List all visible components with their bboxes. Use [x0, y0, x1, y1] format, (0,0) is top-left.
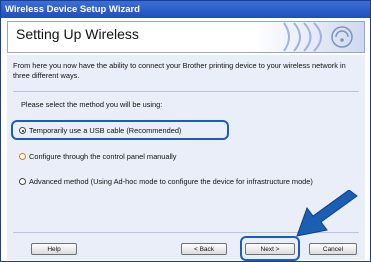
radio-selected-icon[interactable]: [19, 127, 26, 134]
pointer-arrow-icon: [296, 190, 358, 237]
intro-text: From here you now have the ability to co…: [13, 61, 346, 80]
option-control-panel[interactable]: Configure through the control panel manu…: [19, 152, 177, 161]
option-label: Configure through the control panel manu…: [29, 152, 177, 161]
help-button[interactable]: Help: [31, 243, 77, 255]
method-prompt: Please select the method you will be usi…: [21, 100, 163, 109]
option-label: Advanced method (Using Ad-hoc mode to co…: [29, 177, 313, 186]
radio-icon[interactable]: [19, 178, 26, 185]
wizard-body: From here you now have the ability to co…: [7, 55, 365, 261]
wireless-waves-logo-icon: [254, 22, 364, 52]
wizard-header: Setting Up Wireless: [7, 21, 365, 53]
option-label: Temporarily use a USB cable (Recommended…: [29, 126, 182, 135]
window-title: Wireless Device Setup Wizard: [1, 1, 370, 18]
divider: [13, 91, 359, 92]
page-title: Setting Up Wireless: [16, 26, 139, 42]
next-button[interactable]: Next >: [245, 243, 295, 255]
cancel-button[interactable]: Cancel: [309, 243, 357, 255]
option-usb-cable[interactable]: Temporarily use a USB cable (Recommended…: [19, 126, 181, 135]
option-advanced-adhoc[interactable]: Advanced method (Using Ad-hoc mode to co…: [19, 177, 313, 186]
wizard-window: Wireless Device Setup Wizard Setting Up …: [0, 0, 371, 262]
back-button[interactable]: < Back: [181, 243, 227, 255]
radio-icon[interactable]: [19, 153, 26, 160]
